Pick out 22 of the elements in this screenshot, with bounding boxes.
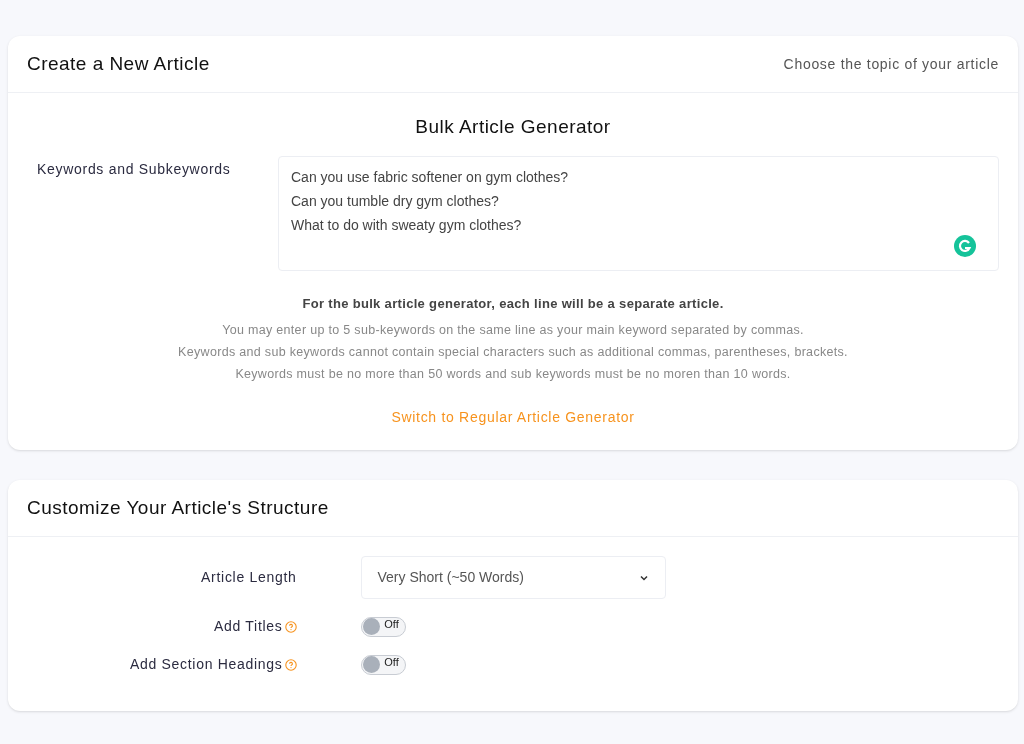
- keyword-line: Can you use fabric softener on gym clothes?: [291, 167, 569, 187]
- bulk-notice: For the bulk article generator, each line will be a separate article.: [301, 294, 725, 313]
- hint-text: Keywords and sub keywords cannot contain special characters such as additional commas, parentheses, brackets.: [178, 344, 848, 361]
- hint-text: Keywords must be no more than 50 words and sub keywords must be no moren than 10 words.: [235, 366, 791, 383]
- length-select[interactable]: Very Short (~50 Words): [360, 556, 666, 599]
- card-title: Customize Your Article's Structure: [27, 495, 329, 520]
- grammar-icon[interactable]: [954, 234, 976, 257]
- hint-text: You may enter up to 5 sub-keywords on the same line as your main keyword separated by commas.: [222, 322, 804, 339]
- help-icon[interactable]: [284, 658, 297, 671]
- generator-title: Bulk Article Generator: [414, 115, 612, 139]
- keywords-textarea[interactable]: Can you use fabric softener on gym clothes? Can you tumble dry gym clothes? What to do with sweaty gym clothes?: [278, 155, 999, 271]
- toggle-switch[interactable]: Off: [360, 654, 406, 675]
- card-subtitle: Choose the topic of your article: [783, 54, 999, 74]
- help-icon[interactable]: [284, 620, 297, 633]
- setting-label: Add Titles: [214, 617, 283, 636]
- setting-label: Add Section Headings: [129, 655, 283, 674]
- card-title: Create a New Article: [27, 51, 210, 76]
- keyword-line: Can you tumble dry gym clothes?: [291, 191, 499, 211]
- keywords-label: Keywords and Subkeywords: [36, 159, 232, 179]
- setting-label: Article Length: [201, 568, 297, 587]
- toggle-switch[interactable]: Off: [360, 616, 406, 637]
- keyword-line: What to do with sweaty gym clothes?: [291, 215, 522, 235]
